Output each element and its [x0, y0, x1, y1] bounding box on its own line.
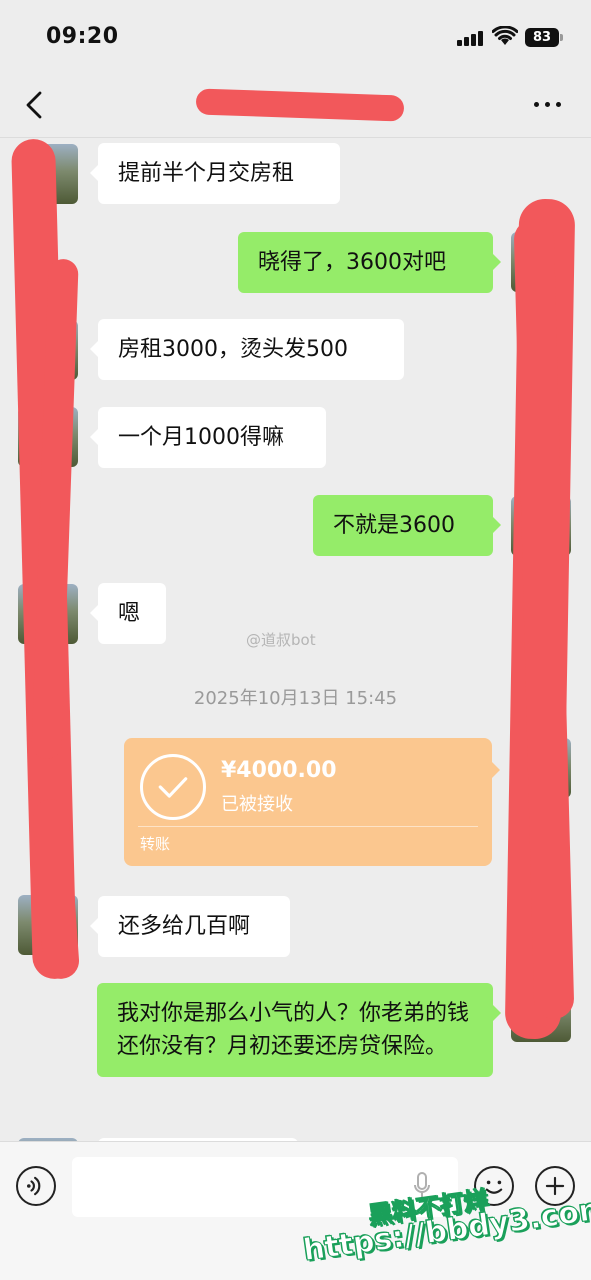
- status-bar: 09:20 83: [0, 0, 591, 72]
- message-timestamp: 2025年10月13日 15:45: [193, 688, 398, 709]
- check-icon: [140, 754, 206, 820]
- signal-icon: [457, 30, 487, 46]
- message-bubble[interactable]: 房租3000，烫头发500: [90, 319, 404, 380]
- weibo-watermark: @道叔bot: [246, 631, 316, 649]
- chat-area[interactable]: 提前半个月交房租 晓得了，3600对吧 房租3000，烫头发500 一个月100…: [0, 139, 591, 1141]
- transfer-divider: [138, 826, 478, 827]
- nav-bar: [0, 72, 591, 138]
- battery-tip: [560, 34, 563, 41]
- transfer-card[interactable]: ¥4000.00 已被接收 转账: [124, 738, 500, 866]
- voice-icon[interactable]: [16, 1166, 56, 1206]
- battery-icon: 83: [525, 28, 559, 47]
- transfer-label: 转账: [140, 835, 171, 853]
- message-bubble[interactable]: 晓得了，3600对吧: [238, 232, 501, 293]
- message-bubble[interactable]: 还多给几百啊: [90, 896, 290, 957]
- wifi-icon: [492, 26, 518, 45]
- more-icon[interactable]: [532, 94, 564, 114]
- message-bubble[interactable]: 不就是3600: [313, 495, 501, 556]
- message-bubble[interactable]: 一个月1000得嘛: [90, 407, 326, 468]
- transfer-amount: ¥4000.00: [221, 758, 337, 783]
- transfer-status: 已被接收: [221, 794, 293, 815]
- status-time: 09:20: [46, 24, 119, 49]
- message-bubble[interactable]: 嗯: [90, 583, 166, 644]
- message-bubble[interactable]: 提前半个月交房租: [90, 143, 340, 204]
- back-icon[interactable]: [18, 86, 52, 124]
- message-bubble[interactable]: 我对你是那么小气的人？你老弟的钱还你没有？月初还要还房贷保险。: [97, 983, 501, 1077]
